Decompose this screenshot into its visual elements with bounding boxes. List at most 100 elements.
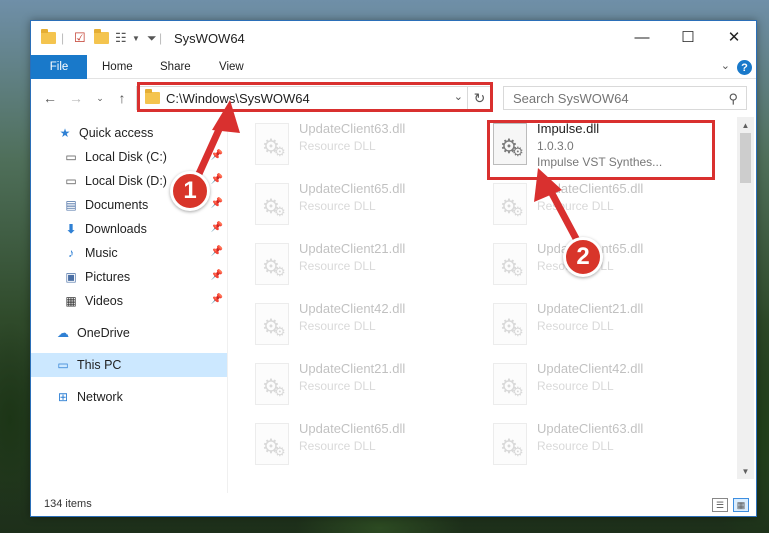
tab-file[interactable]: File: [31, 55, 87, 79]
sidebar-item-videos[interactable]: ▦ Videos 📌: [31, 289, 227, 313]
gear-icon: ⚙: [512, 324, 524, 339]
pin-icon: 📌: [210, 246, 223, 257]
list-item[interactable]: ⚙⚙ UpdateClient65.dll Resource DLL: [491, 177, 721, 229]
maximize-button[interactable]: ☐: [665, 21, 711, 53]
navigation-bar: ← → ⌄ ↑ C:\Windows\SysWOW64 ⌄ ↻ ⚲: [31, 83, 756, 113]
list-item[interactable]: ⚙ ⚙ UpdateClient21.dll Resource DLL: [253, 357, 483, 409]
sidebar-item-label: Quick access: [79, 126, 154, 140]
file-type: Resource DLL: [537, 439, 614, 453]
quick-access-menu-icon[interactable]: ⏷: [147, 29, 157, 47]
dll-file-icon: ⚙ ⚙: [493, 303, 527, 345]
tab-view[interactable]: View: [219, 55, 244, 79]
new-folder-icon[interactable]: [94, 29, 109, 47]
list-item[interactable]: ⚙ ⚙ UpdateClient21.dll Resource DLL: [491, 297, 721, 349]
folder-icon: [145, 89, 160, 104]
search-input[interactable]: [513, 90, 713, 106]
address-path: C:\Windows\SysWOW64: [166, 90, 310, 106]
scroll-up-icon[interactable]: ▲: [737, 117, 754, 133]
properties-check-icon[interactable]: ☑: [74, 29, 86, 47]
sidebar-item-this-pc[interactable]: ▭ This PC: [31, 353, 227, 377]
list-item[interactable]: ⚙⚙ UpdateClient65.dll Resource DLL: [253, 417, 483, 469]
forward-button[interactable]: →: [67, 88, 85, 108]
details-view-icon[interactable]: ☰: [712, 498, 728, 512]
vertical-scrollbar[interactable]: ▲ ▼: [737, 117, 754, 479]
gear-icon: ⚙: [274, 324, 286, 339]
dll-file-icon: ⚙ ⚙: [255, 363, 289, 405]
list-item[interactable]: ⚙ ⚙ UpdateClient63.dll Resource DLL: [491, 417, 721, 469]
list-item[interactable]: ⚙ ⚙ UpdateClient42.dll Resource DLL: [253, 297, 483, 349]
sidebar-item-music[interactable]: ♪ Music 📌: [31, 241, 227, 265]
list-item[interactable]: ⚙ ⚙ UpdateClient63.dll Resource DLL: [253, 117, 483, 169]
item-count: 134 items: [44, 498, 92, 510]
sidebar-item-label: OneDrive: [77, 326, 130, 340]
help-icon[interactable]: ?: [737, 60, 752, 75]
file-name: UpdateClient65.dll: [299, 421, 406, 436]
sidebar-item-quick-access[interactable]: ★ Quick access: [31, 121, 227, 145]
sidebar-item-label: Pictures: [85, 270, 131, 284]
gear-icon: ⚙: [274, 144, 286, 159]
list-item[interactable]: ⚙ ⚙ UpdateClient21.dll Resource DLL: [253, 237, 483, 289]
refresh-button[interactable]: ↻: [467, 87, 491, 109]
gear-icon: ⚙: [512, 444, 524, 459]
list-item[interactable]: ⚙⚙ UpdateClient65.dll Resource DLL: [491, 237, 721, 289]
gear-icon: ⚙: [274, 204, 286, 219]
pin-icon: 📌: [210, 294, 223, 305]
sidebar-item-label: Network: [77, 390, 123, 404]
pin-icon: 📌: [210, 150, 223, 161]
file-type: Resource DLL: [299, 439, 376, 453]
tab-share[interactable]: Share: [160, 55, 191, 79]
network-icon: ⊞: [57, 390, 69, 404]
tab-home[interactable]: Home: [102, 55, 133, 79]
file-name: Impulse.dll: [537, 121, 600, 136]
step-badge-2: 2: [563, 237, 603, 277]
toolbar-dropdown-icon[interactable]: ▼: [132, 29, 140, 47]
close-button[interactable]: ✕: [711, 21, 757, 53]
sidebar-item-onedrive[interactable]: ☁ OneDrive: [31, 321, 227, 345]
list-item-impulse-dll[interactable]: ⚙ ⚙ Impulse.dll 1.0.3.0 Impulse VST Synth…: [491, 117, 721, 169]
address-dropdown-icon[interactable]: ⌄: [454, 90, 463, 103]
recent-locations-button[interactable]: ⌄: [91, 88, 109, 108]
gear-icon: ⚙: [512, 204, 524, 219]
search-icon: ⚲: [728, 91, 738, 106]
sidebar-item-label: This PC: [77, 358, 122, 372]
dll-file-icon: ⚙ ⚙: [255, 243, 289, 285]
dll-file-icon: ⚙ ⚙: [493, 363, 527, 405]
file-type: Resource DLL: [299, 259, 376, 273]
dll-file-icon: ⚙ ⚙: [255, 303, 289, 345]
address-bar[interactable]: C:\Windows\SysWOW64 ⌄ ↻: [136, 86, 492, 110]
step-badge-1: 1: [170, 171, 210, 211]
dll-file-icon: ⚙ ⚙: [255, 123, 289, 165]
title-bar: | ☑ ☷ ▼ ⏷ | SysWOW64 — ☐ ✕: [31, 21, 756, 53]
back-button[interactable]: ←: [41, 88, 59, 108]
file-type: Resource DLL: [299, 199, 376, 213]
dll-file-icon: ⚙ ⚙: [493, 243, 527, 285]
file-type: Resource DLL: [299, 139, 376, 153]
window-title: SysWOW64: [174, 31, 245, 46]
scroll-down-icon[interactable]: ▼: [737, 463, 754, 479]
file-name: UpdateClient42.dll: [299, 301, 406, 316]
ribbon-tabs: File Home Share View ⌄ ?: [31, 55, 756, 79]
search-box[interactable]: ⚲: [503, 86, 747, 110]
dll-file-icon: ⚙ ⚙: [493, 183, 527, 225]
dll-file-icon: ⚙ ⚙: [493, 123, 527, 165]
sidebar-item-label: Videos: [85, 294, 123, 308]
file-type: Resource DLL: [299, 319, 376, 333]
drive-icon: ▭: [65, 174, 77, 188]
music-icon: ♪: [68, 246, 74, 260]
scrollbar-thumb[interactable]: [740, 133, 751, 183]
minimize-button[interactable]: —: [619, 21, 665, 53]
up-button[interactable]: ↑: [113, 88, 131, 108]
file-explorer-window: | ☑ ☷ ▼ ⏷ | SysWOW64 — ☐ ✕ File Home Sha…: [30, 20, 757, 517]
file-type: Resource DLL: [537, 379, 614, 393]
sidebar-item-local-disk-c[interactable]: ▭ Local Disk (C:) 📌: [31, 145, 227, 169]
list-item[interactable]: ⚙ ⚙ UpdateClient42.dll Resource DLL: [491, 357, 721, 409]
file-name: UpdateClient21.dll: [299, 241, 406, 256]
ribbon-expand-icon[interactable]: ⌄: [721, 59, 730, 72]
list-item[interactable]: ⚙⚙ UpdateClient65.dll Resource DLL: [253, 177, 483, 229]
sidebar-item-network[interactable]: ⊞ Network: [31, 385, 227, 409]
sidebar-item-downloads[interactable]: ⬇ Downloads 📌: [31, 217, 227, 241]
sidebar-item-pictures[interactable]: ▣ Pictures 📌: [31, 265, 227, 289]
large-icons-view-icon[interactable]: ▦: [733, 498, 749, 512]
sidebar-item-label: Downloads: [85, 222, 147, 236]
customize-toolbar-icon[interactable]: ☷: [115, 29, 127, 47]
